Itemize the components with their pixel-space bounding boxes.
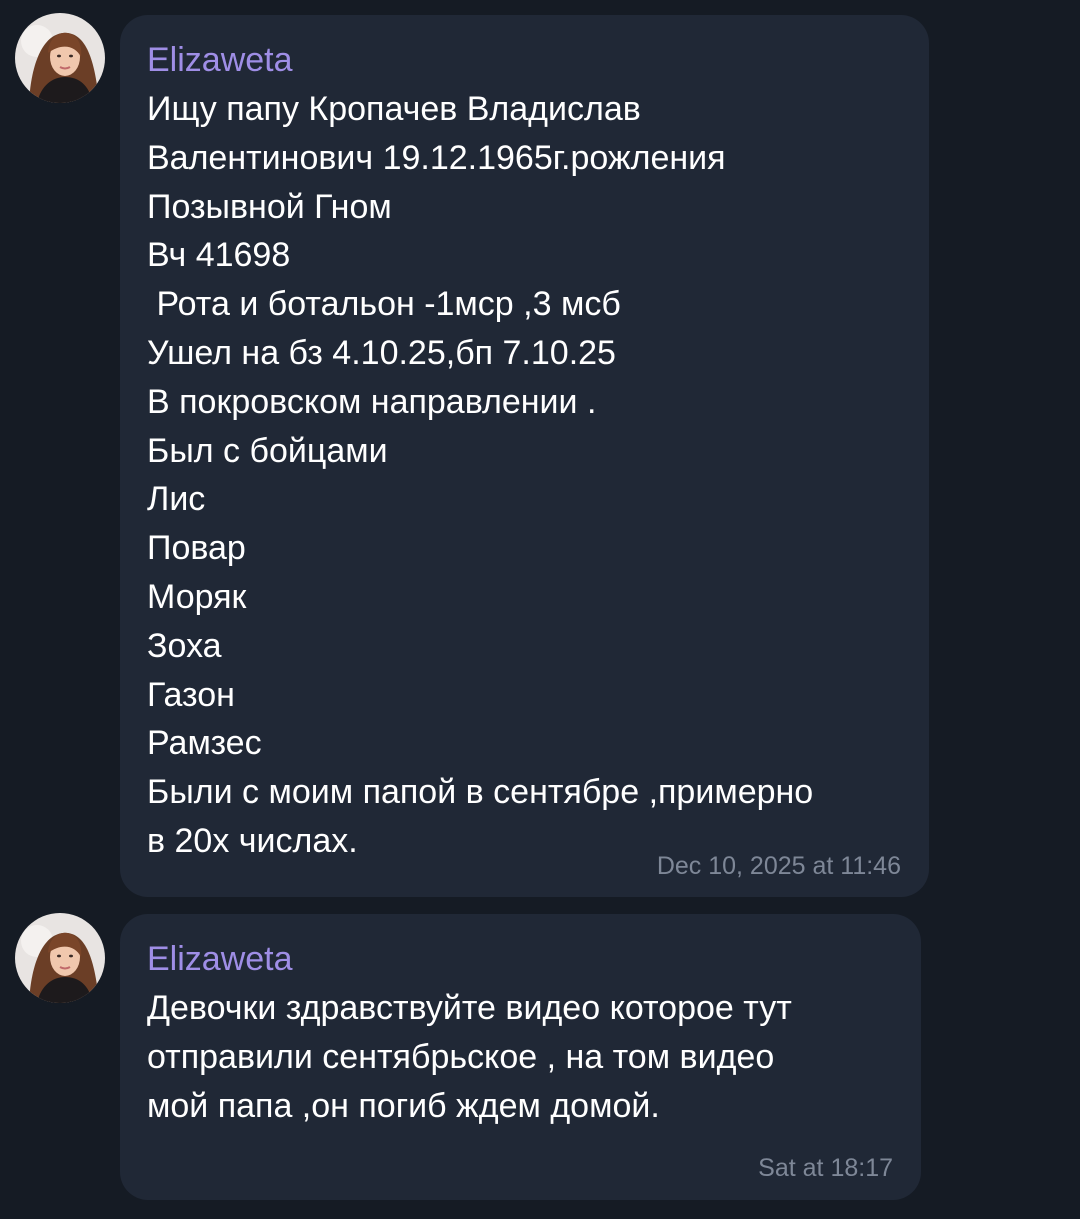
avatar[interactable] [15,913,105,1003]
message-bubble[interactable]: Elizaweta Ищу папу Кропачев Владислав Ва… [120,15,929,897]
message-line: Девочки здравствуйте видео которое тут [147,989,792,1027]
message-line: Позывной Гном [147,187,392,226]
user-avatar-icon [15,13,105,103]
message-line: Вч 41698 [147,236,291,275]
message-line: Повар [147,529,246,568]
message-bubble[interactable]: Elizaweta Девочки здравствуйте видео кот… [120,914,921,1200]
message-line: Валентинович 19.12.1965г.рожления [147,138,726,177]
avatar[interactable] [15,13,105,103]
message-line: Моряк [147,577,247,616]
message-line: мой папа ,он погиб ждем домой. [147,1086,660,1125]
message-line: Были с моим папой в сентябре ,примерно [147,773,814,812]
message-timestamp: Dec 10, 2025 at 11:46 [656,852,901,880]
message-line: Рота и ботальон -1мср ,3 мсб [147,285,621,324]
user-avatar-icon [15,913,105,1003]
message-line: Ушел на бз 4.10.25,бп 7.10.25 [147,333,616,372]
message-line: Зоха [147,626,222,665]
sender-name[interactable]: Elizaweta [147,938,894,980]
message-line: Лис [147,480,206,519]
message-timestamp: Sat at 18:17 [758,1154,893,1182]
message-text: Девочки здравствуйте видео которое тут о… [147,984,894,1130]
message-line: Рамзес [147,724,262,763]
message-line: Был с бойцами [147,431,388,470]
message-text: Ищу папу Кропачев Владислав Валентинович… [147,85,902,866]
sender-name[interactable]: Elizaweta [147,39,902,81]
message-line: Газон [147,675,235,714]
message-line: В покровском направлении . [147,382,597,421]
message-line: Ищу папу Кропачев Владислав [147,90,641,128]
message-line: отправили сентябрьское , на том видео [147,1037,775,1076]
